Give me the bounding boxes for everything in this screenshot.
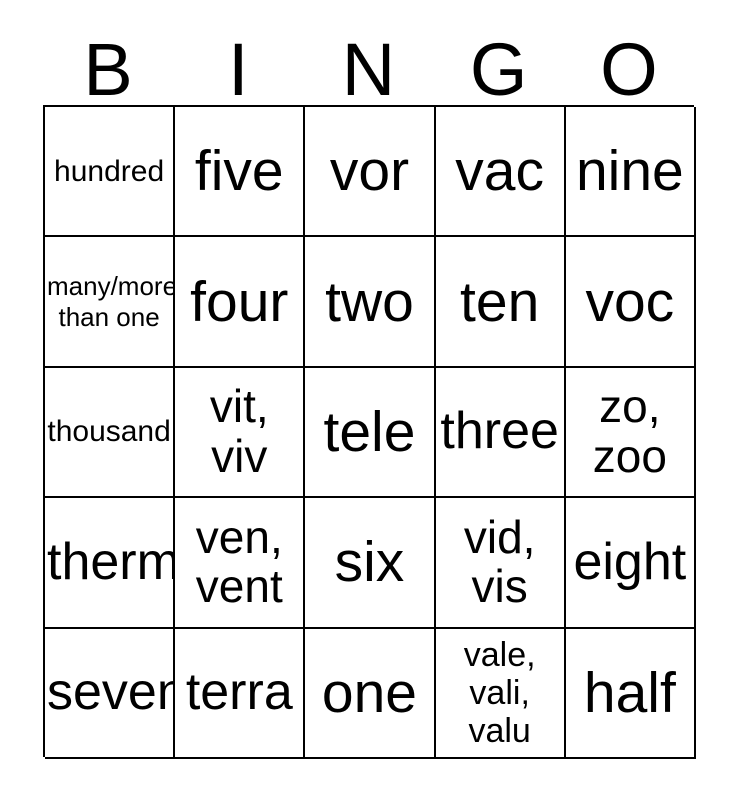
bingo-cell[interactable]: ten xyxy=(435,237,566,368)
bingo-cell[interactable]: four xyxy=(175,237,306,368)
header-letter-text: O xyxy=(600,28,658,112)
bingo-cell[interactable]: nine xyxy=(565,107,696,238)
bingo-cell-text: seven xyxy=(47,663,176,722)
header-letter-text: G xyxy=(469,28,528,112)
bingo-cell-text: ten xyxy=(460,269,540,334)
bingo-cell-text: vale, vali, valu xyxy=(463,635,536,750)
bingo-row: thousand vit, viv tele three zo, zoo xyxy=(45,367,696,499)
bingo-cell-text: four xyxy=(190,269,289,334)
bingo-cell[interactable]: zo, zoo xyxy=(565,367,696,499)
bingo-cell-text: three xyxy=(440,402,559,461)
bingo-cell-text: eight xyxy=(573,532,687,591)
bingo-cell[interactable]: one xyxy=(305,628,436,759)
bingo-cell-text: many/more than one xyxy=(47,270,176,332)
bingo-cell-text: vac xyxy=(455,139,544,204)
bingo-header-letter-g: G xyxy=(434,14,564,112)
bingo-cell[interactable]: tele xyxy=(305,367,436,499)
bingo-row: many/more than one four two ten voc xyxy=(45,237,696,368)
bingo-row: seven terra one vale, vali, valu half xyxy=(45,628,696,759)
bingo-cell-text: nine xyxy=(575,139,684,204)
bingo-cell[interactable]: vac xyxy=(435,107,566,238)
bingo-cell[interactable]: two xyxy=(305,237,436,368)
bingo-header-letter-b: B xyxy=(43,14,173,112)
bingo-cell-text: tele xyxy=(323,399,416,464)
bingo-cell-text: zo, zoo xyxy=(592,380,667,482)
bingo-cell[interactable]: terra xyxy=(175,628,306,759)
bingo-cell-text: vid, vis xyxy=(463,510,536,613)
bingo-cell[interactable]: six xyxy=(305,498,436,629)
bingo-cell-text: ven, vent xyxy=(195,510,283,613)
bingo-cell[interactable]: vor xyxy=(305,107,436,238)
bingo-cell-text: one xyxy=(321,660,418,725)
bingo-grid: hundred five vor vac nine many/more than one f… xyxy=(43,105,696,759)
bingo-cell-text: vor xyxy=(329,139,410,204)
bingo-cell[interactable]: three xyxy=(435,367,566,499)
bingo-header: B I N G O xyxy=(43,14,694,112)
header-letter-text: I xyxy=(228,28,249,112)
bingo-cell-text: therm xyxy=(47,532,176,591)
bingo-cell-text: five xyxy=(194,139,284,204)
bingo-cell[interactable]: vit, viv xyxy=(175,367,306,499)
bingo-header-letter-n: N xyxy=(303,14,433,112)
bingo-cell[interactable]: ven, vent xyxy=(175,498,306,629)
header-letter-text: B xyxy=(83,28,133,112)
bingo-cell[interactable]: half xyxy=(565,628,696,759)
bingo-cell[interactable]: vale, vali, valu xyxy=(435,628,566,759)
bingo-header-letter-o: O xyxy=(564,14,694,112)
bingo-header-letter-i: I xyxy=(173,14,303,112)
bingo-cell-text: terra xyxy=(185,663,293,722)
header-letter-text: N xyxy=(341,28,396,112)
bingo-cell-text: hundred xyxy=(54,154,165,188)
bingo-cell[interactable]: hundred xyxy=(45,107,176,238)
bingo-cell[interactable]: vid, vis xyxy=(435,498,566,629)
bingo-cell[interactable]: many/more than one xyxy=(45,237,176,368)
bingo-cell[interactable]: voc xyxy=(565,237,696,368)
bingo-cell-text: two xyxy=(325,269,414,334)
bingo-cell-text: half xyxy=(583,660,676,725)
bingo-cell-text: voc xyxy=(585,269,675,334)
bingo-row: therm ven, vent six vid, vis eight xyxy=(45,498,696,629)
bingo-cell[interactable]: eight xyxy=(565,498,696,629)
bingo-cell[interactable]: therm xyxy=(45,498,176,629)
bingo-cell-text: vit, viv xyxy=(209,380,269,482)
bingo-cell[interactable]: thousand xyxy=(45,367,176,499)
bingo-cell-text: thousand xyxy=(47,415,171,449)
bingo-card: B I N G O hundred five vor vac nine many/more… xyxy=(0,0,736,800)
bingo-cell[interactable]: seven xyxy=(45,628,176,759)
bingo-cell[interactable]: five xyxy=(175,107,306,238)
bingo-row: hundred five vor vac nine xyxy=(45,107,696,238)
bingo-cell-text: six xyxy=(334,530,405,595)
